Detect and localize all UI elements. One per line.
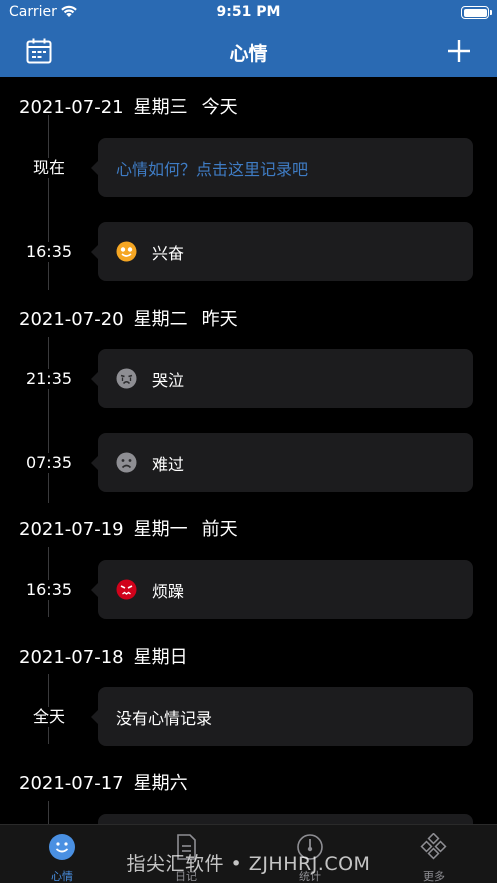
day-date: 2021-07-19 <box>19 519 124 540</box>
day-weekday: 星期二 <box>133 309 188 330</box>
day-weekday: 星期日 <box>133 647 188 668</box>
timeline-line <box>48 801 49 824</box>
mood-entry[interactable] <box>98 814 473 824</box>
timeline-line <box>48 115 49 290</box>
day-header: 2021-07-17 星期六 <box>19 769 188 795</box>
mood-label: 烦躁 <box>152 581 185 601</box>
day-relative: 昨天 <box>201 309 238 330</box>
status-bar: Carrier 9:51 PM <box>0 0 497 26</box>
day-weekday: 星期一 <box>133 519 188 540</box>
excited-face-icon <box>116 241 137 262</box>
day-relative: 前天 <box>201 519 238 540</box>
battery-nub <box>490 10 492 15</box>
mood-timeline: 2021-07-21 星期三 今天 现在 心情如何？点击这里记录吧 16:35 兴奋… <box>0 77 497 824</box>
record-mood-prompt[interactable]: 心情如何？点击这里记录吧 <box>91 138 473 197</box>
day-relative: 今天 <box>201 97 238 118</box>
mood-label: 兴奋 <box>152 243 185 263</box>
entry-time: 21:35 <box>14 369 84 389</box>
navigation-bar: 心情 <box>0 26 497 77</box>
entry-time: 全天 <box>14 707 84 727</box>
prompt-text: 心情如何？点击这里记录吧 <box>116 159 309 179</box>
day-date: 2021-07-21 <box>19 97 124 118</box>
entry-time: 现在 <box>14 158 84 178</box>
mood-label: 难过 <box>152 454 185 474</box>
plus-icon[interactable] <box>446 38 472 64</box>
battery-icon <box>461 6 489 19</box>
day-date: 2021-07-20 <box>19 309 124 330</box>
page-title: 心情 <box>229 43 268 65</box>
mood-label: 哭泣 <box>152 370 185 390</box>
day-header: 2021-07-21 星期三 今天 <box>19 93 238 119</box>
day-date: 2021-07-17 <box>19 773 124 794</box>
mood-entry[interactable]: 兴奋 <box>91 222 473 281</box>
watermark: 指尖汇软件 • ZJHHRJ.COM <box>126 853 371 875</box>
clock: 9:51 PM <box>216 4 281 20</box>
entry-time: 16:35 <box>14 242 84 262</box>
mood-entry[interactable]: 哭泣 <box>91 349 473 408</box>
no-record-label: 没有心情记录 <box>116 708 213 728</box>
sad-face-icon <box>116 452 137 473</box>
crying-face-icon <box>116 368 137 389</box>
timeline-line <box>48 337 49 503</box>
day-header: 2021-07-20 星期二 昨天 <box>19 305 238 331</box>
entry-time: 16:35 <box>14 580 84 600</box>
empty-mood-entry[interactable]: 没有心情记录 <box>91 687 473 746</box>
day-weekday: 星期三 <box>133 97 188 118</box>
day-weekday: 星期六 <box>133 773 188 794</box>
day-date: 2021-07-18 <box>19 647 124 668</box>
irritated-face-icon <box>116 579 137 600</box>
day-header: 2021-07-19 星期一 前天 <box>19 515 238 541</box>
mood-entry[interactable]: 难过 <box>91 433 473 492</box>
mood-entry[interactable]: 烦躁 <box>91 560 473 619</box>
day-header: 2021-07-18 星期日 <box>19 643 188 669</box>
entry-time: 07:35 <box>14 453 84 473</box>
